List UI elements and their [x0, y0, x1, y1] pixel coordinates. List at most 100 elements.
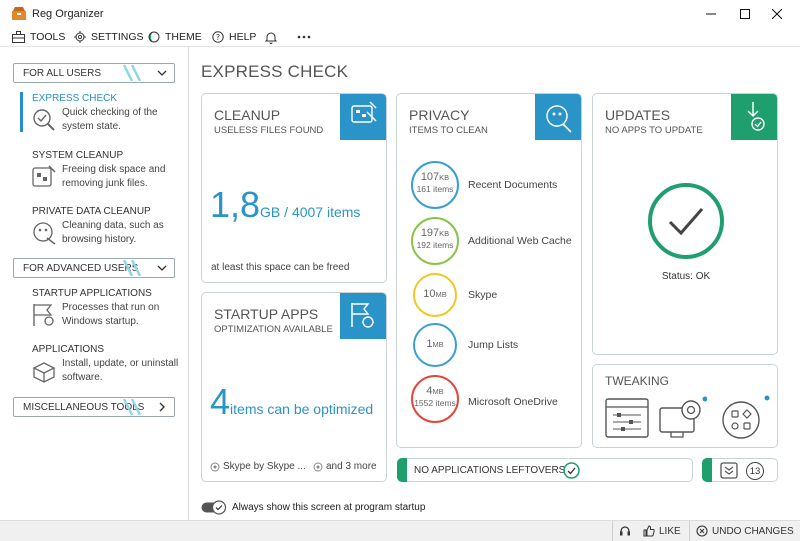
tweaking-card[interactable]: TWEAKING [592, 364, 778, 448]
tweaking-title: TWEAKING [605, 374, 670, 388]
ring-count: 1552 items [414, 398, 456, 408]
gear-icon [313, 462, 323, 471]
group-for-advanced-users[interactable]: FOR ADVANCED USERS [13, 258, 175, 278]
sidebar-item-title: STARTUP APPLICATIONS [32, 288, 152, 299]
privacy-item-label[interactable]: Microsoft OneDrive [468, 396, 558, 408]
chevron-down-icon [157, 265, 167, 271]
notifications-count: 13 [746, 462, 764, 480]
sidebar-item-title: PRIVATE DATA CLEANUP [32, 206, 151, 217]
chevron-right-icon [159, 402, 165, 412]
updates-subtitle: NO APPS TO UPDATE [605, 125, 703, 136]
window-title: Reg Organizer [32, 8, 104, 20]
startup-screen-label: Always show this screen at program start… [232, 502, 426, 513]
undo-label: UNDO CHANGES [712, 525, 794, 537]
startup-icon [33, 304, 54, 326]
ring-value: 10MB [423, 288, 447, 300]
sidebar: FOR ALL USERS EXPRESS CHECK Quick checki… [0, 47, 189, 520]
leftovers-label: NO APPLICATIONS LEFTOVERS [414, 465, 566, 476]
notifications-button[interactable] [265, 29, 277, 45]
cleanup-title: CLEANUP [214, 107, 281, 123]
sidebar-item-express-check[interactable]: EXPRESS CHECK Quick checking of the syst… [22, 93, 182, 133]
updates-card[interactable]: UPDATES NO APPS TO UPDATE Status: OK [592, 93, 778, 355]
chevron-down-icon [157, 70, 167, 76]
page-title: EXPRESS CHECK [201, 62, 349, 81]
maximize-icon [740, 9, 750, 19]
stripes-decoration [122, 399, 142, 415]
ring-value: 1MB [426, 338, 444, 350]
menu-theme[interactable]: THEME [148, 29, 202, 45]
close-button[interactable] [754, 0, 800, 28]
ring-count: 161 items [416, 184, 454, 194]
ring-value: 107KB [420, 171, 450, 183]
sidebar-item-system-cleanup[interactable]: SYSTEM CLEANUP Freeing disk space and re… [22, 150, 182, 190]
ring-value: 197KB [420, 227, 450, 239]
startup-flag-icon [340, 293, 386, 339]
minimize-icon [706, 13, 716, 15]
cleanup-broom-icon [340, 94, 386, 140]
privacy-item-label[interactable]: Jump Lists [468, 339, 518, 351]
gear-icon [210, 462, 220, 471]
startup-app-name: Skype by Skype ... [223, 461, 306, 472]
ring-count: 192 items [416, 240, 454, 250]
startup-more-label: and 3 more [326, 461, 377, 472]
more-dots-icon [297, 35, 311, 39]
system-settings-icon[interactable] [659, 396, 707, 440]
sidebar-item-title: APPLICATIONS [32, 344, 105, 355]
menu-help-label: HELP [229, 31, 257, 43]
tweaks-sliders-icon[interactable] [605, 398, 649, 438]
title-bar: Reg Organizer [0, 0, 800, 28]
sidebar-item-applications[interactable]: APPLICATIONS Install, update, or uninsta… [22, 344, 182, 384]
privacy-item-label[interactable]: Additional Web Cache [468, 235, 572, 247]
statusbar-divider [612, 521, 613, 541]
toggle-switch-icon [201, 500, 227, 515]
sidebar-item-title: SYSTEM CLEANUP [32, 150, 124, 161]
startup-screen-toggle[interactable]: Always show this screen at program start… [201, 500, 425, 515]
privacy-item-label[interactable]: Recent Documents [468, 179, 557, 191]
sidebar-item-desc: Processes that run on Windows startup. [62, 302, 160, 327]
cleanup-card[interactable]: CLEANUP USELESS FILES FOUND 1,8GB / 4007… [201, 93, 387, 283]
thumbs-up-icon [643, 525, 655, 537]
gear-icon [74, 31, 86, 43]
notifications-panel[interactable]: 13 [702, 458, 778, 482]
menu-help[interactable]: ? HELP [212, 29, 256, 45]
group-miscellaneous-tools[interactable]: MISCELLANEOUS TOOLS [13, 397, 175, 417]
startup-app-item[interactable]: Skype by Skype ... [210, 461, 306, 472]
status-ok-check-icon [648, 183, 724, 259]
privacy-title: PRIVACY [409, 107, 470, 123]
apps-tweaks-icon[interactable] [719, 394, 771, 440]
group-for-all-users[interactable]: FOR ALL USERS [13, 63, 175, 83]
updates-status: Status: OK [661, 271, 711, 282]
undo-changes-button[interactable]: UNDO CHANGES [696, 525, 794, 537]
updates-title: UPDATES [605, 107, 671, 123]
headset-icon [620, 526, 630, 536]
menu-tools-label: TOOLS [30, 31, 66, 43]
sidebar-item-private-data[interactable]: PRIVATE DATA CLEANUP Cleaning data, such… [22, 206, 182, 246]
stripes-decoration [122, 260, 142, 276]
sidebar-item-desc: Install, update, or uninstall software. [62, 358, 179, 383]
startup-value: 4 [210, 381, 231, 422]
menu-settings[interactable]: SETTINGS [74, 29, 144, 45]
svg-text:?: ? [216, 33, 220, 42]
stripes-decoration [122, 65, 142, 81]
menu-theme-label: THEME [165, 31, 202, 43]
like-button[interactable]: LIKE [643, 525, 681, 537]
bell-icon [265, 32, 277, 44]
startup-more-item[interactable]: and 3 more [313, 461, 377, 472]
more-button[interactable] [297, 29, 311, 45]
green-accent [397, 458, 407, 482]
statusbar-divider [689, 521, 690, 541]
privacy-item-label[interactable]: Skype [468, 289, 497, 301]
cleanup-unit: GB / 4007 items [260, 204, 361, 220]
support-button[interactable] [619, 525, 631, 537]
sidebar-item-desc: Cleaning data, such as browsing history. [62, 220, 164, 245]
leftovers-panel[interactable]: NO APPLICATIONS LEFTOVERS [397, 458, 693, 482]
menu-tools[interactable]: TOOLS [12, 29, 65, 45]
startup-metric: 4items can be optimized [210, 381, 373, 423]
cleanup-note: at least this space can be freed [211, 262, 350, 273]
sidebar-item-startup-applications[interactable]: STARTUP APPLICATIONS Processes that run … [22, 288, 182, 328]
privacy-icon [535, 94, 581, 140]
startup-apps-card[interactable]: STARTUP APPS OPTIMIZATION AVAILABLE 4ite… [201, 292, 387, 482]
startup-subtitle: OPTIMIZATION AVAILABLE [214, 324, 333, 335]
status-bar: LIKE UNDO CHANGES [0, 520, 800, 541]
privacy-card[interactable]: PRIVACY ITEMS TO CLEAN 107KB 161 items R… [396, 93, 582, 448]
